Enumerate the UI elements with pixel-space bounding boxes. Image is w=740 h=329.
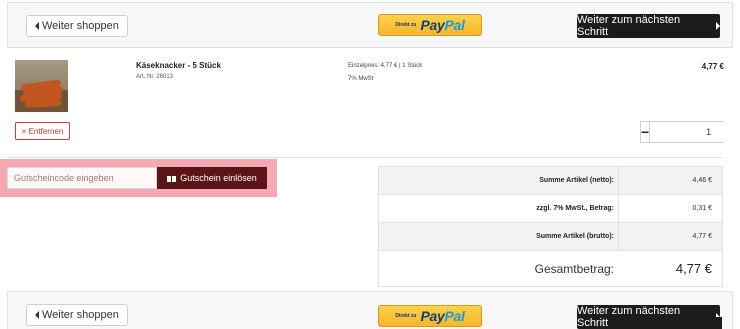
voucher-code-input[interactable] — [7, 167, 157, 189]
next-step-button[interactable]: Weiter zum nächsten Schritt — [577, 14, 720, 38]
line-total: 4,77 € — [701, 62, 724, 71]
summary-value: 4,77 € — [618, 223, 722, 250]
redeem-voucher-button[interactable]: Gutschein einlösen — [157, 167, 267, 189]
caret-right-icon — [716, 22, 720, 30]
voucher-area: Gutschein einlösen — [0, 159, 277, 197]
remove-item-label: × Entfernen — [21, 126, 64, 136]
quantity-decrease-button[interactable]: − — [641, 122, 650, 142]
summary-value: 4,46 € — [618, 167, 722, 194]
gift-icon — [167, 174, 177, 182]
quantity-stepper: − + — [640, 121, 740, 143]
remove-item-button[interactable]: × Entfernen — [15, 122, 70, 140]
summary-total-row: Gesamtbetrag: 4,77 € — [379, 251, 722, 286]
total-value: 4,77 € — [675, 261, 712, 276]
summary-label: Summe Artikel (brutto): — [536, 233, 614, 240]
summary-row: zzgl. 7% MwSt., Betrag: 0,31 € — [379, 195, 722, 223]
summary-row: Summe Artikel (netto): 4,46 € — [379, 167, 722, 195]
next-step-label: Weiter zum nächsten Schritt — [577, 14, 681, 38]
paypal-express-button[interactable]: Direkt zu PayPal — [378, 14, 482, 36]
top-action-bar: Weiter shoppen Direkt zu PayPal Weiter z… — [7, 2, 733, 48]
divider — [8, 157, 723, 158]
product-image[interactable] — [15, 60, 68, 112]
product-article-number: Art. Nr. 26013 — [136, 74, 174, 80]
paypal-logo: PayPal — [420, 308, 465, 324]
paypal-logo: PayPal — [420, 17, 465, 33]
summary-row: Summe Artikel (brutto): 4,77 € — [379, 223, 722, 251]
vat-note: 7% MwSt — [348, 76, 374, 82]
paypal-express-button[interactable]: Direkt zu PayPal — [378, 305, 482, 327]
summary-label: zzgl. 7% MwSt., Betrag: — [536, 205, 614, 212]
summary-label: Summe Artikel (netto): — [539, 177, 614, 184]
unit-price: Einzelpreis: 4,77 € | 1 Stück — [348, 63, 423, 69]
caret-left-icon — [35, 22, 39, 30]
continue-shopping-button[interactable]: Weiter shoppen — [26, 15, 128, 37]
paypal-prefix-text: Direkt zu — [395, 22, 417, 28]
continue-shopping-label: Weiter shoppen — [42, 20, 119, 32]
product-name[interactable]: Käseknacker - 5 Stück — [136, 61, 221, 70]
scroll-to-top-button[interactable] — [676, 317, 722, 329]
redeem-voucher-label: Gutschein einlösen — [180, 173, 257, 183]
paypal-prefix-text: Direkt zu — [395, 313, 417, 319]
summary-value: 0,31 € — [618, 195, 722, 222]
continue-shopping-button[interactable]: Weiter shoppen — [26, 304, 128, 326]
quantity-input[interactable] — [649, 122, 740, 142]
bottom-action-bar: Weiter shoppen Direkt zu PayPal Weiter z… — [7, 291, 733, 329]
continue-shopping-label: Weiter shoppen — [42, 309, 119, 321]
order-summary: Summe Artikel (netto): 4,46 € zzgl. 7% M… — [378, 166, 723, 287]
caret-left-icon — [35, 311, 39, 319]
total-label: Gesamtbetrag: — [534, 261, 614, 276]
